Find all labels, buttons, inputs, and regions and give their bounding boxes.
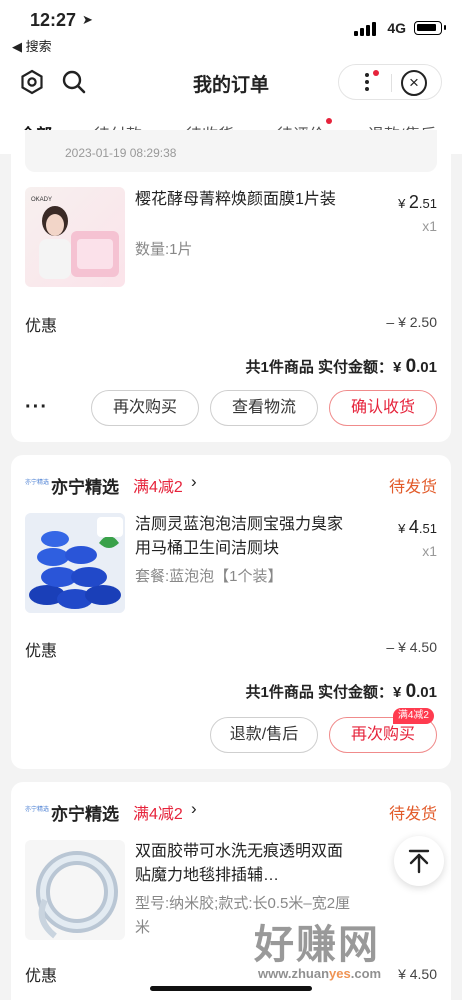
order-card[interactable]: 亦宁精选 亦宁精选 满4减2 › 待发货 洁厕灵蓝泡泡洁厕宝强力臭家用马桶卫生间…: [11, 455, 451, 769]
price-dec: .51: [418, 196, 437, 211]
watermark-url: www.zhuanyes.com: [258, 966, 381, 981]
total-dec: .01: [416, 359, 437, 376]
discount-value: – ¥ 2.50: [386, 314, 437, 330]
more-actions-button[interactable]: ···: [25, 396, 48, 419]
product-qty: x1: [422, 218, 437, 234]
product-price: ¥ 2.51: [398, 192, 437, 212]
order-total: 共1件商品 实付金额：¥ 0.01: [246, 356, 437, 378]
product-title[interactable]: 樱花酵母菁粹焕颜面膜1片装: [135, 188, 355, 212]
order-card[interactable]: 亦宁精选 亦宁精选 满4减2 › 待发货 双面胶带可水洗无痕透明双面贴魔力地毯排…: [11, 782, 451, 1000]
order-card[interactable]: 2023-01-19 08:29:38 OKADY 樱花酵母菁粹焕颜面膜1片装 …: [11, 130, 451, 442]
discount-label: 优惠: [25, 318, 58, 335]
capsule-divider: [391, 74, 392, 92]
order-status: 待发货: [388, 479, 437, 496]
track-shipment-button[interactable]: 查看物流: [210, 390, 318, 426]
buy-again-button[interactable]: 再次购买: [91, 390, 199, 426]
product-spec: 套餐:蓝泡泡【1个装】: [135, 568, 283, 585]
total-dec: .01: [416, 684, 437, 701]
review-tab-dot: [326, 118, 332, 124]
total-prefix: 共1件商品 实付金额：: [245, 359, 394, 376]
close-icon[interactable]: ×: [401, 70, 427, 96]
discount-label: 优惠: [25, 968, 58, 985]
watermark-url-mid: yes: [329, 966, 351, 981]
watermark-logo: 好赚网: [254, 923, 380, 967]
cellular-signal-icon: [354, 22, 376, 36]
page-header: 我的订单 ×: [0, 60, 462, 104]
order-status: 待发货: [388, 806, 437, 823]
status-bar: 12:27 ➤ ◀ 搜索 4G: [0, 0, 462, 60]
confirm-receipt-button[interactable]: 确认收货: [329, 390, 437, 426]
logistics-strip[interactable]: 2023-01-19 08:29:38: [25, 130, 437, 172]
miniapp-capsule: ×: [338, 64, 442, 100]
store-name[interactable]: 亦宁精选: [51, 800, 119, 825]
discount-value: – ¥ 4.50: [386, 639, 437, 655]
network-type: 4G: [387, 20, 406, 36]
product-qty: x1: [422, 543, 437, 559]
price-int: 2: [408, 192, 419, 212]
discount-value: ¥ 4.50: [398, 966, 437, 982]
back-to-app-link[interactable]: ◀ 搜索: [12, 36, 52, 55]
arrow-up-icon: [408, 849, 430, 874]
battery-icon: [414, 21, 446, 35]
watermark-url-post: .com: [350, 966, 382, 981]
watermark-url-pre: www.zhuan: [258, 966, 330, 981]
svg-text:OKADY: OKADY: [31, 197, 52, 203]
back-to-top-button[interactable]: [394, 836, 444, 886]
product-image[interactable]: [25, 513, 125, 613]
order-timestamp: 2023-01-19 08:29:38: [65, 146, 177, 160]
status-time: 12:27: [30, 10, 77, 30]
total-int: 0: [405, 356, 417, 377]
location-arrow-icon: ➤: [82, 12, 93, 27]
chevron-right-icon[interactable]: ›: [191, 799, 197, 819]
product-title[interactable]: 洁厕灵蓝泡泡洁厕宝强力臭家用马桶卫生间洁厕块: [135, 513, 355, 561]
notification-dot: [373, 70, 379, 76]
refund-aftersale-button[interactable]: 退款/售后: [210, 717, 318, 753]
chevron-right-icon[interactable]: ›: [191, 472, 197, 492]
promo-badge: 满4减2: [392, 708, 434, 724]
total-currency: ¥: [393, 359, 406, 376]
store-promo: 满4减2: [133, 479, 183, 496]
price-dec: .51: [418, 521, 437, 536]
discount-label: 优惠: [25, 643, 58, 660]
price-int: 4: [408, 517, 419, 537]
buy-again-button[interactable]: 再次购买 满4减2: [329, 708, 437, 753]
total-int: 0: [405, 681, 417, 702]
total-currency: ¥: [393, 684, 406, 701]
product-image[interactable]: [25, 840, 125, 940]
total-prefix: 共1件商品 实付金额：: [245, 684, 394, 701]
product-title[interactable]: 双面胶带可水洗无痕透明双面贴魔力地毯排插辅…: [135, 840, 355, 888]
product-price: ¥ 4.51: [398, 517, 437, 537]
product-spec: 数量:1片: [135, 241, 193, 258]
store-logo: 亦宁精选: [25, 480, 50, 486]
product-image[interactable]: OKADY: [25, 187, 125, 287]
store-name[interactable]: 亦宁精选: [51, 473, 119, 498]
store-promo: 满4减2: [133, 806, 183, 823]
order-total: 共1件商品 实付金额：¥ 0.01: [246, 681, 437, 703]
more-menu-icon[interactable]: [365, 73, 369, 91]
home-indicator: [150, 986, 312, 991]
store-logo: 亦宁精选: [25, 807, 50, 813]
buy-again-label: 再次购买: [350, 726, 415, 743]
